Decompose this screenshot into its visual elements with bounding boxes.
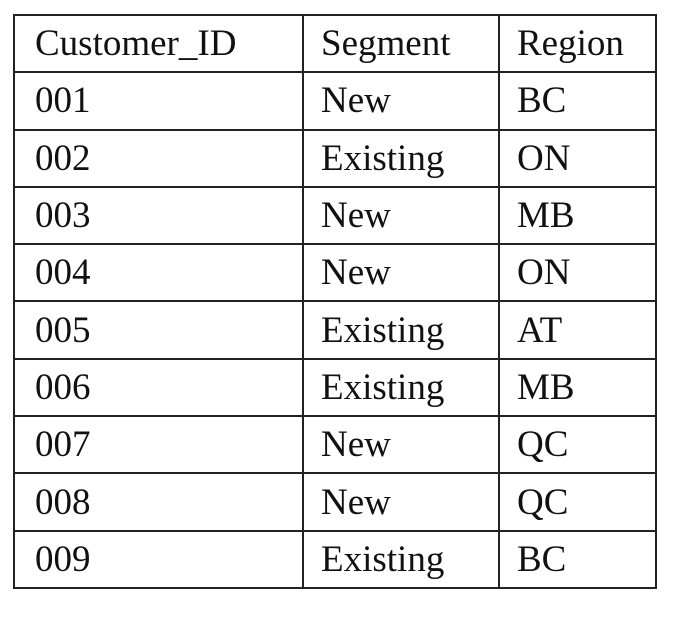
cell-customer-id: 003 (13, 185, 304, 246)
header-segment: Segment (302, 13, 500, 74)
table-row: 005 Existing AT (13, 300, 657, 360)
cell-segment: New (302, 472, 500, 532)
table-row: 003 New MB (13, 185, 657, 246)
cell-region: ON (498, 128, 657, 188)
cell-region: QC (498, 415, 657, 475)
cell-region: ON (498, 243, 657, 303)
cell-segment: Existing (302, 300, 500, 360)
header-region: Region (498, 13, 657, 74)
table-row: 007 New QC (13, 415, 657, 475)
table-header-row: Customer_ID Segment Region (13, 13, 657, 74)
cell-customer-id: 001 (13, 71, 304, 131)
cell-region: BC (498, 529, 657, 589)
table-row: 006 Existing MB (13, 357, 657, 418)
cell-region: BC (498, 71, 657, 131)
cell-region: MB (498, 185, 657, 246)
cell-segment: New (302, 243, 500, 303)
cell-customer-id: 002 (13, 128, 304, 188)
table-row: 008 New QC (13, 472, 657, 532)
cell-region: QC (498, 472, 657, 532)
table-row: 001 New BC (13, 71, 657, 131)
table-row: 009 Existing BC (13, 529, 657, 589)
cell-segment: New (302, 185, 500, 246)
cell-customer-id: 005 (13, 300, 304, 360)
cell-region: AT (498, 300, 657, 360)
cell-segment: Existing (302, 128, 500, 188)
cell-customer-id: 008 (13, 472, 304, 532)
cell-customer-id: 009 (13, 529, 304, 589)
cell-customer-id: 004 (13, 243, 304, 303)
cell-region: MB (498, 357, 657, 418)
cell-customer-id: 007 (13, 415, 304, 475)
customer-table: Customer_ID Segment Region 001 New BC 002 Ex… (13, 13, 657, 589)
cell-segment: Existing (302, 529, 500, 589)
header-customer-id: Customer_ID (13, 13, 304, 74)
table-row: 004 New ON (13, 243, 657, 303)
table-body: Customer_ID Segment Region 001 New BC 002 Ex… (13, 13, 657, 589)
cell-segment: New (302, 415, 500, 475)
cell-segment: Existing (302, 357, 500, 418)
cell-segment: New (302, 71, 500, 131)
cell-customer-id: 006 (13, 357, 304, 418)
table-row: 002 Existing ON (13, 128, 657, 188)
